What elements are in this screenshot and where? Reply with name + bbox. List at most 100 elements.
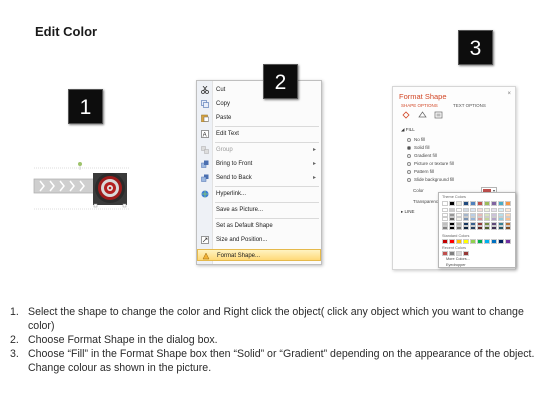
fill-option-no-fill[interactable]: No fill xyxy=(407,137,425,143)
theme-color-swatch[interactable] xyxy=(442,201,448,206)
theme-shade-swatch[interactable] xyxy=(449,208,455,212)
fill-line-icon[interactable] xyxy=(402,111,411,119)
theme-shade-swatch[interactable] xyxy=(442,226,448,230)
theme-shade-swatch[interactable] xyxy=(484,208,490,212)
theme-color-swatch[interactable] xyxy=(491,201,497,206)
theme-shade-swatch[interactable] xyxy=(463,226,469,230)
theme-shade-swatch[interactable] xyxy=(442,217,448,221)
theme-shade-swatch[interactable] xyxy=(449,221,455,226)
standard-color-swatch[interactable] xyxy=(498,239,504,244)
fill-option-pattern[interactable]: Pattern fill xyxy=(407,169,434,175)
theme-shade-swatch[interactable] xyxy=(484,226,490,230)
theme-color-swatch[interactable] xyxy=(463,201,469,206)
recent-color-swatch[interactable] xyxy=(463,251,469,256)
theme-shade-swatch[interactable] xyxy=(456,226,462,230)
menu-item-hyperlink[interactable]: Hyperlink... xyxy=(197,188,321,200)
standard-color-swatch[interactable] xyxy=(449,239,455,244)
standard-color-swatch[interactable] xyxy=(463,239,469,244)
theme-shade-swatch[interactable] xyxy=(498,217,504,221)
theme-shade-swatch[interactable] xyxy=(470,208,476,212)
menu-item-group[interactable]: Group ▸ xyxy=(197,144,321,156)
standard-color-swatch[interactable] xyxy=(442,239,448,244)
theme-shade-swatch[interactable] xyxy=(442,208,448,212)
menu-item-save-as-picture[interactable]: Save as Picture... xyxy=(197,204,321,216)
theme-shade-swatch[interactable] xyxy=(505,221,511,226)
theme-color-swatch[interactable] xyxy=(484,201,490,206)
menu-item-size-and-position[interactable]: Size and Position... xyxy=(197,234,321,246)
theme-shade-swatch[interactable] xyxy=(484,221,490,226)
standard-color-swatch[interactable] xyxy=(505,239,511,244)
tab-shape-options[interactable]: SHAPE OPTIONS xyxy=(401,103,438,108)
theme-shade-swatch[interactable] xyxy=(470,217,476,221)
theme-shade-swatch[interactable] xyxy=(491,226,497,230)
theme-color-swatch[interactable] xyxy=(505,201,511,206)
eyedropper-option[interactable]: Eyedropper xyxy=(446,263,466,267)
menu-item-set-default-shape[interactable]: Set as Default Shape xyxy=(197,220,321,232)
theme-shade-swatch[interactable] xyxy=(463,221,469,226)
theme-shade-swatch[interactable] xyxy=(442,212,448,217)
theme-color-swatch[interactable] xyxy=(470,201,476,206)
menu-item-bring-to-front[interactable]: Bring to Front ▸ xyxy=(197,158,321,170)
theme-shade-swatch[interactable] xyxy=(491,221,497,226)
theme-color-swatch[interactable] xyxy=(456,201,462,206)
theme-color-swatch[interactable] xyxy=(498,201,504,206)
tab-text-options[interactable]: TEXT OPTIONS xyxy=(453,103,486,108)
theme-shade-swatch[interactable] xyxy=(442,221,448,226)
standard-color-swatch[interactable] xyxy=(477,239,483,244)
theme-shade-swatch[interactable] xyxy=(477,208,483,212)
theme-shade-swatch[interactable] xyxy=(463,208,469,212)
theme-shade-swatch[interactable] xyxy=(449,212,455,217)
theme-shade-swatch[interactable] xyxy=(449,226,455,230)
theme-shade-swatch[interactable] xyxy=(505,208,511,212)
theme-shade-swatch[interactable] xyxy=(477,226,483,230)
line-section-header[interactable]: ▸ LINE xyxy=(401,209,415,215)
theme-shade-swatch[interactable] xyxy=(456,221,462,226)
close-icon[interactable]: × xyxy=(507,91,511,97)
theme-shade-swatch[interactable] xyxy=(491,208,497,212)
theme-shade-swatch[interactable] xyxy=(449,217,455,221)
theme-shade-swatch[interactable] xyxy=(470,226,476,230)
theme-shade-swatch[interactable] xyxy=(491,212,497,217)
menu-item-format-shape[interactable]: Format Shape... xyxy=(197,249,321,261)
menu-item-send-to-back[interactable]: Send to Back ▸ xyxy=(197,172,321,184)
standard-color-swatch[interactable] xyxy=(470,239,476,244)
theme-shade-swatch[interactable] xyxy=(456,212,462,217)
menu-item-paste[interactable]: Paste xyxy=(197,112,321,124)
theme-shade-swatch[interactable] xyxy=(477,217,483,221)
recent-color-swatch[interactable] xyxy=(442,251,448,256)
fill-option-gradient[interactable]: Gradient fill xyxy=(407,153,437,159)
standard-color-swatch[interactable] xyxy=(456,239,462,244)
menu-item-cut[interactable]: Cut xyxy=(197,84,321,96)
theme-shade-swatch[interactable] xyxy=(498,221,504,226)
recent-color-swatch[interactable] xyxy=(456,251,462,256)
theme-shade-swatch[interactable] xyxy=(456,217,462,221)
theme-color-swatch[interactable] xyxy=(449,201,455,206)
fill-option-solid[interactable]: Solid fill xyxy=(407,145,430,151)
menu-item-copy[interactable]: Copy xyxy=(197,98,321,110)
theme-shade-swatch[interactable] xyxy=(505,212,511,217)
theme-shade-swatch[interactable] xyxy=(456,208,462,212)
theme-shade-swatch[interactable] xyxy=(477,221,483,226)
theme-shade-swatch[interactable] xyxy=(484,217,490,221)
theme-shade-swatch[interactable] xyxy=(477,212,483,217)
theme-shade-swatch[interactable] xyxy=(498,226,504,230)
theme-shade-swatch[interactable] xyxy=(505,217,511,221)
theme-shade-swatch[interactable] xyxy=(505,226,511,230)
theme-shade-swatch[interactable] xyxy=(470,212,476,217)
recent-color-swatch[interactable] xyxy=(449,251,455,256)
more-colors-option[interactable]: More Colors... xyxy=(446,257,470,261)
theme-shade-swatch[interactable] xyxy=(484,212,490,217)
fill-option-picture[interactable]: Picture or texture fill xyxy=(407,161,454,167)
standard-color-swatch[interactable] xyxy=(484,239,490,244)
theme-shade-swatch[interactable] xyxy=(470,221,476,226)
theme-shade-swatch[interactable] xyxy=(463,217,469,221)
theme-color-swatch[interactable] xyxy=(477,201,483,206)
theme-shade-swatch[interactable] xyxy=(498,212,504,217)
menu-item-edit-text[interactable]: A Edit Text xyxy=(197,128,321,140)
standard-color-swatch[interactable] xyxy=(491,239,497,244)
theme-shade-swatch[interactable] xyxy=(463,212,469,217)
theme-shade-swatch[interactable] xyxy=(498,208,504,212)
arrow-target-shape[interactable] xyxy=(32,160,132,215)
theme-shade-swatch[interactable] xyxy=(491,217,497,221)
fill-option-slide-background[interactable]: Slide background fill xyxy=(407,177,454,183)
